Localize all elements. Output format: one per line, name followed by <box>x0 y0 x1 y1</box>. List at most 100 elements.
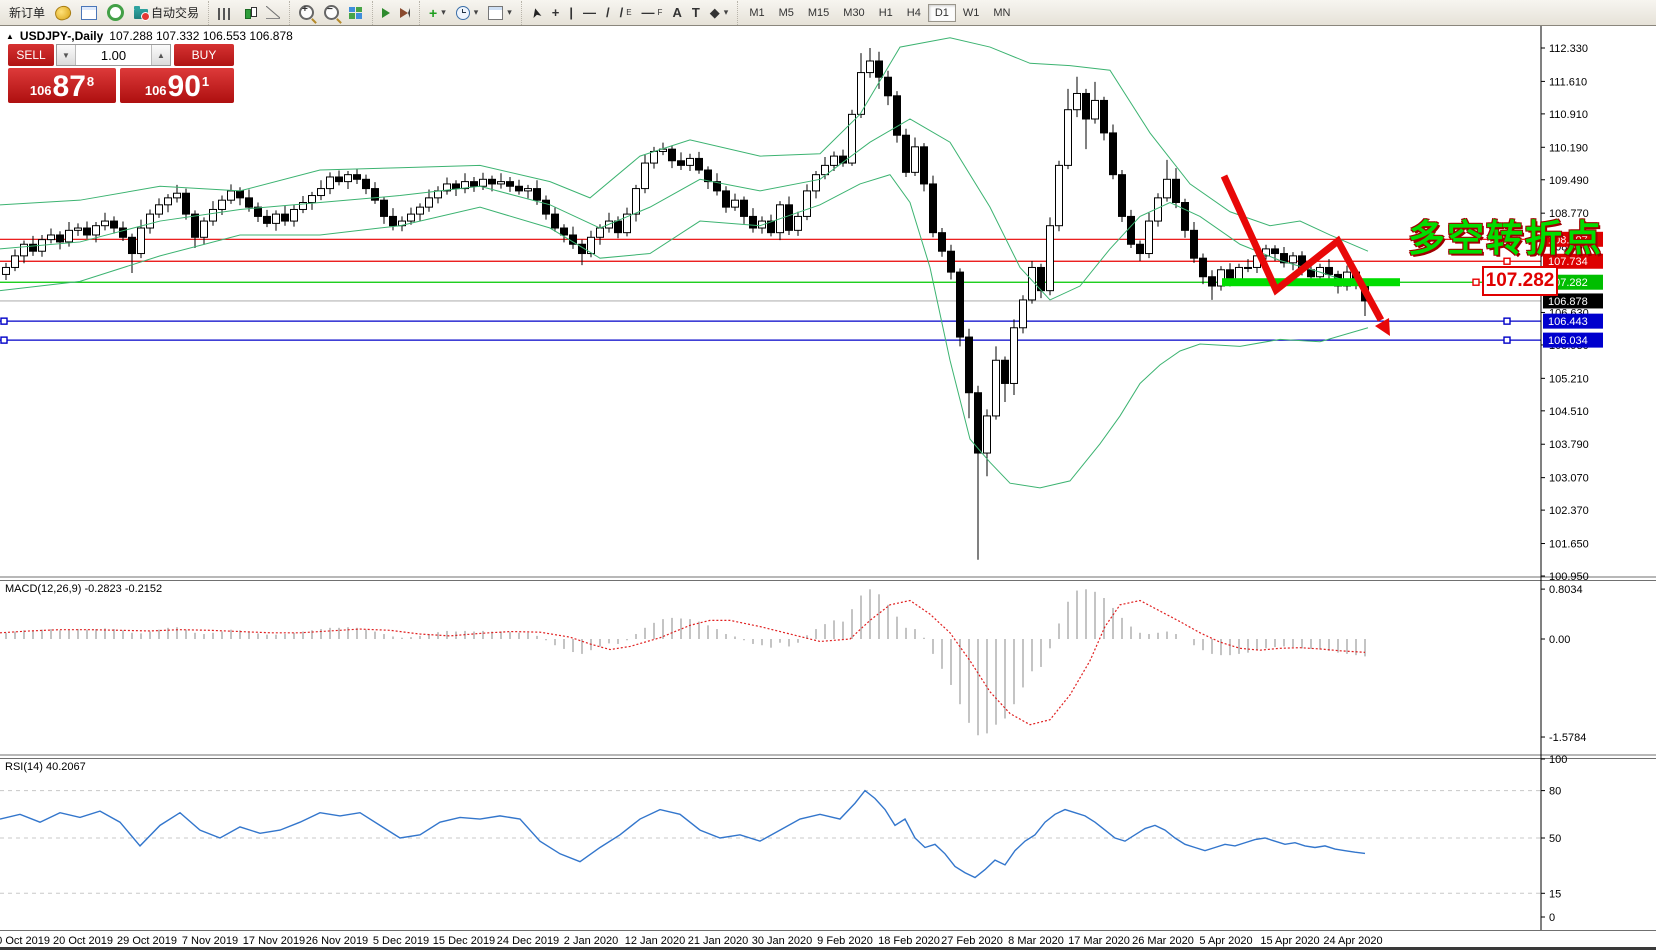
buy-button[interactable]: BUY <box>174 44 234 66</box>
symbol-ohlc: 107.288 107.332 106.553 106.878 <box>109 29 293 43</box>
svg-text:10 Oct 2019: 10 Oct 2019 <box>0 935 50 947</box>
timeframe-m1[interactable]: M1 <box>742 4 771 22</box>
chevron-down-icon: ▾ <box>724 7 729 18</box>
svg-text:15 Apr 2020: 15 Apr 2020 <box>1260 935 1319 947</box>
buy-price-button[interactable]: 106 90 1 <box>120 68 234 103</box>
chart-type-group <box>208 1 289 25</box>
svg-text:15 Dec 2019: 15 Dec 2019 <box>433 935 495 947</box>
ohlc-bars-icon <box>218 8 232 20</box>
timeframe-m15[interactable]: M15 <box>801 4 836 22</box>
sell-price-main: 87 <box>53 73 86 101</box>
svg-text:100.950: 100.950 <box>1549 571 1589 583</box>
svg-text:17 Mar 2020: 17 Mar 2020 <box>1068 935 1130 947</box>
svg-text:5 Dec 2019: 5 Dec 2019 <box>373 935 429 947</box>
fibonacci-icon: — <box>642 5 655 20</box>
mt4-window: 新订单 自动交易 + − +▾ ▾ ▾ <box>0 0 1656 950</box>
text-button[interactable]: A <box>667 2 686 23</box>
volume-field[interactable]: 1.00 <box>76 45 151 65</box>
svg-text:20 Oct 2019: 20 Oct 2019 <box>53 935 113 947</box>
vertical-line-icon: | <box>569 5 573 20</box>
svg-text:-1.5784: -1.5784 <box>1549 732 1586 744</box>
timeframe-group: M1M5M15M30H1H4D1W1MN <box>737 1 1021 25</box>
candlestick-icon <box>242 6 256 20</box>
auto-scroll-button[interactable] <box>377 5 395 21</box>
text-label-button[interactable]: T <box>687 2 705 23</box>
signal-icon <box>107 4 124 21</box>
one-click-trade-panel: SELL ▼ 1.00 ▲ BUY 106 87 8 106 90 1 <box>8 44 234 103</box>
candle-chart-button[interactable] <box>237 3 261 23</box>
volume-down-button[interactable]: ▼ <box>57 45 76 65</box>
periods-button[interactable]: ▾ <box>451 3 484 23</box>
new-chart-button[interactable] <box>76 3 102 23</box>
support-bar-object[interactable] <box>1222 278 1400 286</box>
svg-text:15: 15 <box>1549 888 1561 900</box>
svg-text:26 Nov 2019: 26 Nov 2019 <box>306 935 368 947</box>
svg-text:110.190: 110.190 <box>1549 142 1588 154</box>
timeframe-d1[interactable]: D1 <box>928 4 956 22</box>
pane-separators <box>0 26 1656 950</box>
sell-price-button[interactable]: 106 87 8 <box>8 68 116 103</box>
cursor-button[interactable]: ➤ <box>526 2 547 24</box>
svg-text:109.490: 109.490 <box>1549 175 1589 187</box>
macd-layer <box>0 589 1365 735</box>
auto-trading-button[interactable]: 自动交易 <box>129 1 204 24</box>
timeframe-m5[interactable]: M5 <box>772 4 801 22</box>
zoom-in-button[interactable]: + <box>294 2 319 23</box>
templates-button[interactable]: ▾ <box>483 3 517 23</box>
price-axis[interactable]: 112.330111.610110.910110.190109.490108.7… <box>1541 43 1603 583</box>
crosshair-button[interactable]: + <box>547 2 565 23</box>
date-axis[interactable]: 10 Oct 201920 Oct 201929 Oct 20197 Nov 2… <box>0 935 1383 947</box>
timeframe-h1[interactable]: H1 <box>872 4 900 22</box>
timeframe-m30[interactable]: M30 <box>836 4 871 22</box>
svg-text:5 Apr 2020: 5 Apr 2020 <box>1199 935 1252 947</box>
tile-windows-button[interactable] <box>344 4 368 22</box>
svg-text:2 Jan 2020: 2 Jan 2020 <box>564 935 618 947</box>
svg-text:8 Mar 2020: 8 Mar 2020 <box>1008 935 1064 947</box>
chart-canvas[interactable]: 112.330111.610110.910110.190109.490108.7… <box>0 0 1656 950</box>
svg-text:103.070: 103.070 <box>1549 473 1589 485</box>
indicators-button[interactable]: +▾ <box>424 3 451 23</box>
volume-up-button[interactable]: ▲ <box>151 45 170 65</box>
bar-chart-button[interactable] <box>213 3 237 23</box>
line-chart-icon <box>266 6 280 19</box>
seal-icon <box>53 3 73 21</box>
turning-point-annotation[interactable]: 多空转折点 <box>1408 208 1603 262</box>
chevron-down-icon: ▾ <box>474 7 479 18</box>
sell-button[interactable]: SELL <box>8 44 54 66</box>
shapes-button[interactable]: ◆▾ <box>705 2 734 24</box>
price-label-box[interactable]: 107.282 <box>1482 266 1558 296</box>
new-order-label: 新订单 <box>9 4 45 21</box>
chart-shift-button[interactable] <box>395 5 415 21</box>
svg-text:50: 50 <box>1549 833 1561 845</box>
channel-button[interactable]: /E <box>615 2 637 23</box>
svg-text:103.790: 103.790 <box>1549 439 1589 451</box>
line-chart-button[interactable] <box>261 3 285 22</box>
trendline-icon: / <box>606 5 610 20</box>
timeframe-mn[interactable]: MN <box>986 4 1017 22</box>
seal-button[interactable] <box>50 3 76 23</box>
timeframe-h4[interactable]: H4 <box>900 4 928 22</box>
trendline-button[interactable]: / <box>601 2 615 23</box>
symbol-name: USDJPY-,Daily <box>20 29 103 43</box>
indicators-plus-icon: + <box>429 6 437 20</box>
vertical-line-button[interactable]: | <box>564 2 578 23</box>
channel-e-label: E <box>626 8 631 17</box>
svg-text:9 Feb 2020: 9 Feb 2020 <box>817 935 873 947</box>
svg-text:102.370: 102.370 <box>1549 505 1589 517</box>
timeframe-w1[interactable]: W1 <box>956 4 987 22</box>
svg-text:27 Feb 2020: 27 Feb 2020 <box>941 935 1003 947</box>
crosshair-icon: + <box>552 5 560 20</box>
horizontal-line-button[interactable]: — <box>578 2 601 23</box>
fibonacci-button[interactable]: —F <box>637 2 668 23</box>
svg-text:29 Oct 2019: 29 Oct 2019 <box>117 935 177 947</box>
signals-button[interactable] <box>102 1 129 24</box>
autotrade-folder-icon <box>134 9 148 19</box>
zoom-out-button[interactable]: − <box>319 2 344 23</box>
svg-text:26 Mar 2020: 26 Mar 2020 <box>1132 935 1194 947</box>
insert-group: +▾ ▾ ▾ <box>419 1 521 25</box>
chart-window-icon <box>81 6 97 20</box>
shapes-icon: ◆ <box>710 5 720 21</box>
chart-symbol-title: ▲ USDJPY-,Daily 107.288 107.332 106.553 … <box>6 29 293 43</box>
new-order-button[interactable]: 新订单 <box>4 1 50 24</box>
collapse-triangle-icon[interactable]: ▲ <box>6 32 14 41</box>
